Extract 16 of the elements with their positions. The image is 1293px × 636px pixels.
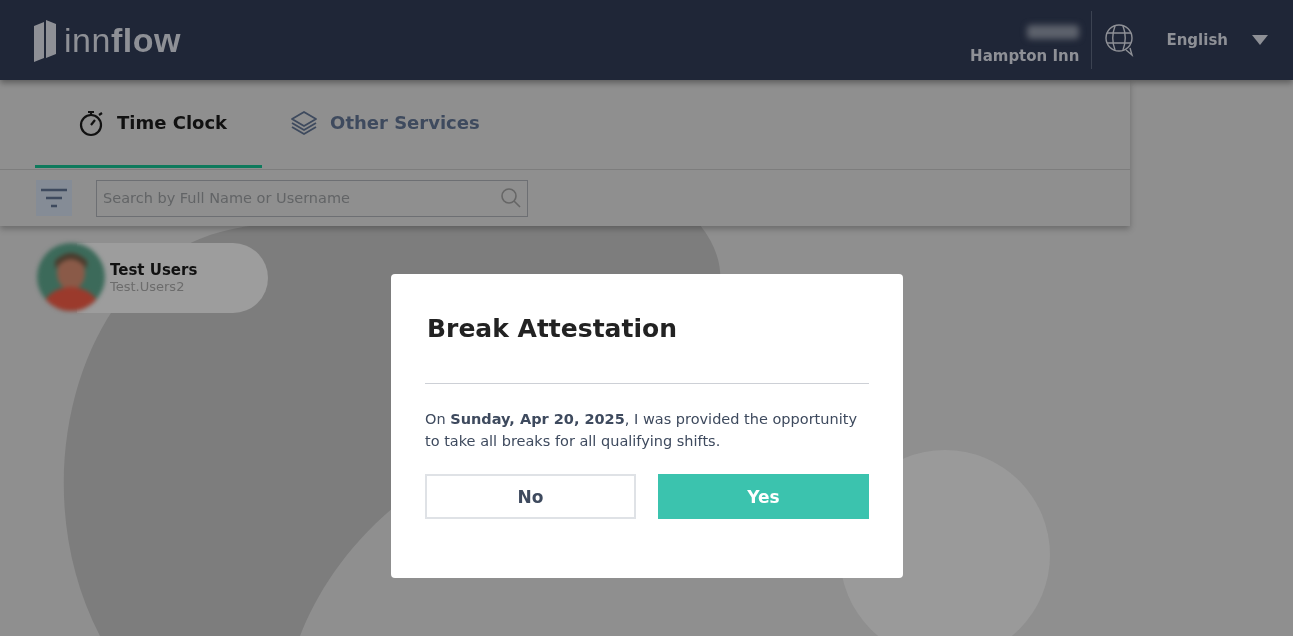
filter-button[interactable] bbox=[36, 180, 72, 216]
search-icon bbox=[500, 186, 522, 209]
layers-icon bbox=[290, 109, 319, 136]
dialog-title: Break Attestation bbox=[427, 314, 678, 343]
blurred-label bbox=[1027, 25, 1080, 39]
logo-text: innflow bbox=[64, 20, 181, 60]
stopwatch-icon bbox=[79, 108, 105, 137]
cancel-button[interactable]: No bbox=[425, 474, 636, 519]
logo-icon bbox=[32, 18, 58, 62]
language-dropdown[interactable]: English bbox=[1166, 31, 1228, 49]
tab[interactable]: Time Clock bbox=[35, 80, 263, 168]
property-name: Hampton Inn bbox=[970, 47, 1080, 65]
tab[interactable]: Other Services bbox=[262, 80, 515, 168]
caret-icon[interactable] bbox=[1252, 35, 1268, 45]
user-name: Test Users bbox=[110, 260, 198, 279]
dialog-message: On Sunday, Apr 20, 2025, I was provided the opportunity to take all breaks for all qualifying shifts. bbox=[425, 410, 858, 451]
